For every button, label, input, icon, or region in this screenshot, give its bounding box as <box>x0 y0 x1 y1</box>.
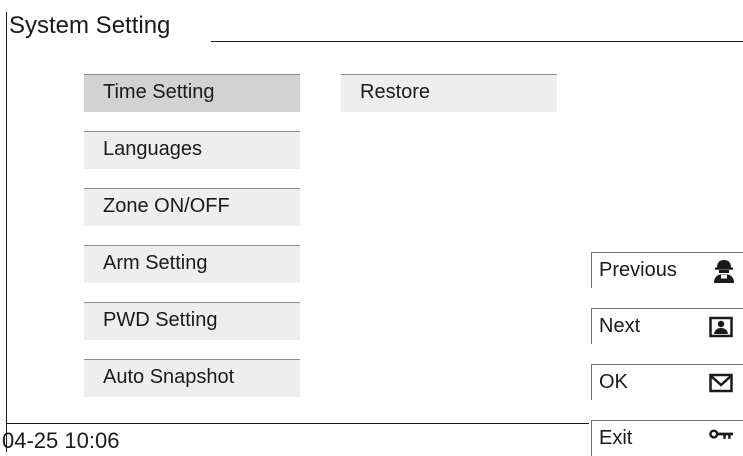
next-button[interactable]: Next <box>591 308 743 344</box>
menu-item-zone-on-off[interactable]: Zone ON/OFF <box>84 188 300 226</box>
key-icon <box>709 423 733 445</box>
menu-item-pwd-setting[interactable]: PWD Setting <box>84 302 300 340</box>
ok-button-label: OK <box>599 371 628 393</box>
menu-item-arm-setting[interactable]: Arm Setting <box>84 245 300 283</box>
status-date: 04-25 <box>2 428 59 453</box>
next-button-label: Next <box>599 315 641 337</box>
exit-button[interactable]: Exit <box>591 420 743 456</box>
menu-item-restore[interactable]: Restore <box>341 74 557 112</box>
person-icon <box>712 260 736 283</box>
status-divider <box>6 423 589 424</box>
envelope-icon <box>709 372 733 394</box>
ok-button[interactable]: OK <box>591 364 743 400</box>
previous-button-label: Previous <box>599 259 677 281</box>
previous-button[interactable]: Previous <box>591 252 743 288</box>
status-time: 10:06 <box>64 428 120 453</box>
window-frame-left <box>6 12 7 452</box>
menu-item-languages[interactable]: Languages <box>84 131 300 169</box>
menu-item-time-setting[interactable]: Time Setting <box>84 74 300 112</box>
status-datetime: 04-25 10:06 <box>2 428 119 454</box>
page-title: System Setting <box>9 12 171 39</box>
menu-item-auto-snapshot[interactable]: Auto Snapshot <box>84 359 300 397</box>
picture-icon <box>709 316 733 338</box>
title-underline <box>211 41 743 42</box>
exit-button-label: Exit <box>599 427 633 449</box>
